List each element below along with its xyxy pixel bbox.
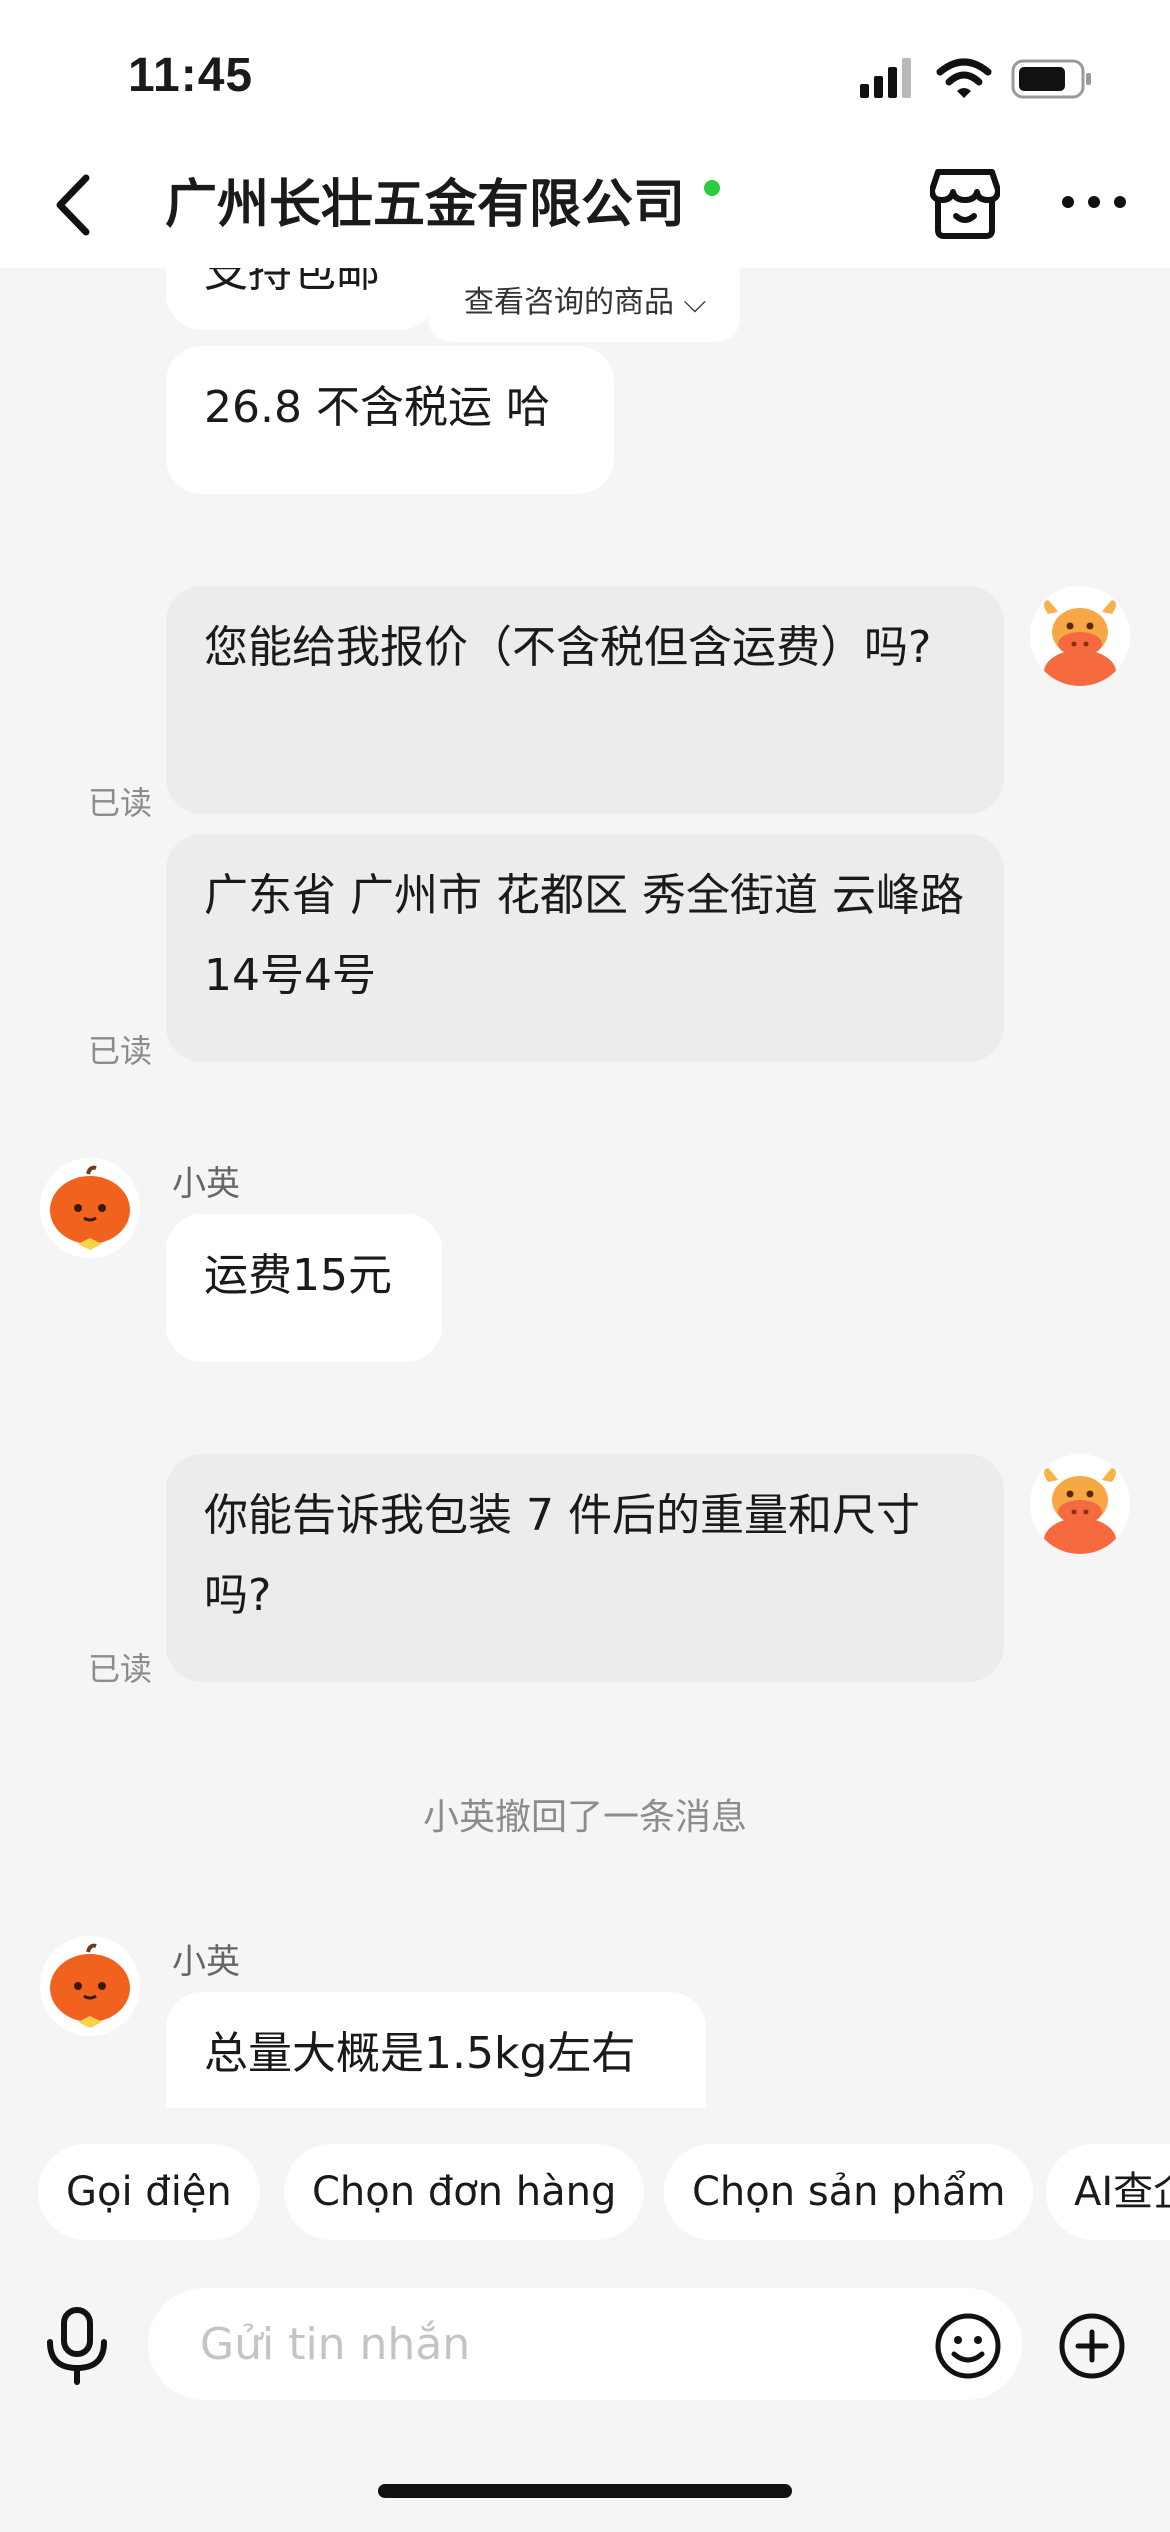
message-text: 总量大概是1.5kg左右 bbox=[204, 2028, 636, 2079]
select-product-chip[interactable]: Chọn sản phẩm bbox=[664, 2144, 1034, 2240]
signal-icon bbox=[860, 58, 911, 98]
sender-name: 小英 bbox=[172, 1942, 240, 1982]
system-message: 小英撤回了一条消息 bbox=[422, 1797, 747, 1838]
message-text: 你能告诉我包装 7 件后的重量和尺寸吗? bbox=[204, 1490, 920, 1621]
view-product-link[interactable]: 查看咨询的商品 ⌵ bbox=[428, 268, 740, 342]
chat-header: 广州长壮五金有限公司 bbox=[0, 140, 1170, 268]
home-indicator bbox=[378, 2484, 792, 2498]
sender-name: 小英 bbox=[172, 1164, 240, 1204]
plus-icon[interactable] bbox=[1058, 2312, 1126, 2380]
message-text: 支持包邮 bbox=[204, 268, 380, 297]
online-status-dot bbox=[704, 180, 720, 196]
quick-action-bar: Gọi điện Chọn đơn hàng Chọn sản phẩm AI查… bbox=[0, 2108, 1170, 2244]
message-input[interactable] bbox=[148, 2288, 1022, 2400]
my-avatar bbox=[1030, 586, 1130, 686]
shop-icon[interactable] bbox=[930, 164, 1000, 240]
chat-message-list[interactable]: 支持包邮 查看咨询的商品 ⌵ 26.8 不含税运 哈 您能给我报价（不含税但含运… bbox=[0, 268, 1170, 2108]
message-bubble[interactable]: 支持包邮 bbox=[166, 268, 436, 330]
message-text: 您能给我报价（不含税但含运费）吗? bbox=[204, 622, 932, 673]
message-bubble[interactable]: 总量大概是1.5kg左右 bbox=[166, 1992, 706, 2108]
select-order-chip[interactable]: Chọn đơn hàng bbox=[284, 2144, 645, 2240]
status-time: 11:45 bbox=[128, 49, 254, 102]
status-bar: 11:45 bbox=[0, 0, 1170, 140]
read-receipt: 已读 bbox=[88, 784, 153, 822]
chat-title: 广州长壮五金有限公司 bbox=[165, 175, 686, 235]
pumpkin-avatar-icon bbox=[40, 1158, 140, 1258]
emoji-icon[interactable] bbox=[934, 2312, 1002, 2380]
message-bubble[interactable]: 运费15元 bbox=[166, 1214, 442, 1362]
cow-avatar-icon bbox=[1030, 586, 1130, 686]
ai-company-chip[interactable]: AI查企 bbox=[1046, 2144, 1170, 2240]
pumpkin-avatar-icon bbox=[40, 1936, 140, 2036]
more-icon[interactable] bbox=[1058, 190, 1130, 214]
message-bubble-outgoing[interactable]: 你能告诉我包装 7 件后的重量和尺寸吗? bbox=[166, 1454, 1004, 1682]
contact-avatar[interactable] bbox=[40, 1936, 140, 2036]
message-text: 广东省 广州市 花都区 秀全街道 云峰路14号4号 bbox=[204, 870, 964, 1001]
wifi-icon bbox=[936, 58, 992, 98]
back-icon[interactable] bbox=[48, 170, 104, 240]
read-receipt: 已读 bbox=[88, 1032, 153, 1070]
message-bubble[interactable]: 26.8 不含税运 哈 bbox=[166, 346, 614, 494]
status-icons bbox=[860, 58, 1091, 99]
message-text: 运费15元 bbox=[204, 1250, 392, 1301]
microphone-icon[interactable] bbox=[44, 2306, 110, 2386]
view-product-label: 查看咨询的商品 ⌵ bbox=[464, 285, 707, 320]
message-bubble-outgoing[interactable]: 广东省 广州市 花都区 秀全街道 云峰路14号4号 bbox=[166, 834, 1004, 1062]
cow-avatar-icon bbox=[1030, 1454, 1130, 1554]
read-receipt: 已读 bbox=[88, 1650, 153, 1688]
message-text: 26.8 不含税运 哈 bbox=[204, 382, 550, 433]
message-bubble-outgoing[interactable]: 您能给我报价（不含税但含运费）吗? bbox=[166, 586, 1004, 814]
contact-avatar[interactable] bbox=[40, 1158, 140, 1258]
my-avatar bbox=[1030, 1454, 1130, 1554]
call-chip[interactable]: Gọi điện bbox=[38, 2144, 260, 2240]
battery-icon bbox=[1011, 59, 1091, 99]
